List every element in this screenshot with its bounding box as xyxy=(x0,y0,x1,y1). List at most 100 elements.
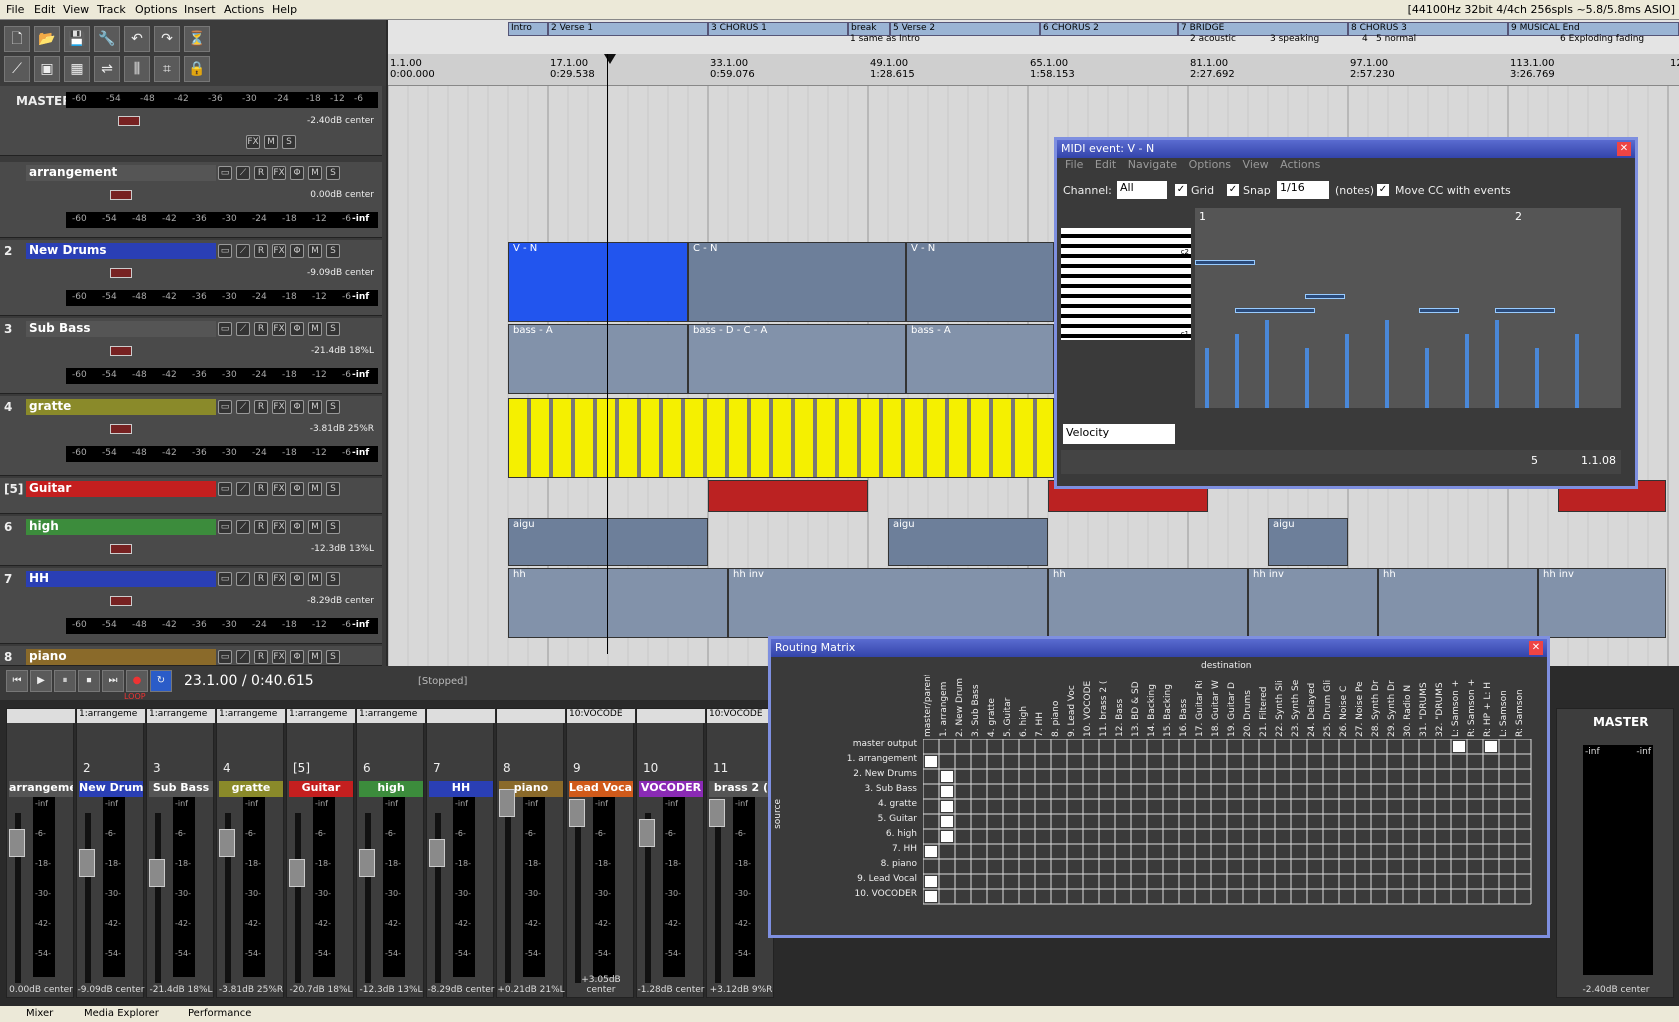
phase-icon[interactable]: Φ xyxy=(290,650,304,664)
mute-button[interactable]: M xyxy=(308,244,322,258)
ripple-icon[interactable]: ⇌ xyxy=(94,56,120,82)
track-name[interactable]: Sub Bass xyxy=(26,321,216,337)
midi-item[interactable]: V - N xyxy=(508,242,688,322)
midi-menu-view[interactable]: View xyxy=(1243,158,1269,171)
velocity-bar[interactable] xyxy=(1345,334,1349,408)
midi-menu-navigate[interactable]: Navigate xyxy=(1128,158,1177,171)
velocity-bar[interactable] xyxy=(1575,334,1579,408)
solo-button[interactable]: S xyxy=(326,166,340,180)
grid-icon[interactable]: ▦ xyxy=(64,56,90,82)
envelope-icon[interactable]: ⟋ xyxy=(236,520,250,534)
menu-options[interactable]: Options xyxy=(135,3,177,16)
cc-lane-select[interactable]: Velocity xyxy=(1063,424,1175,444)
piano-keyboard[interactable]: c2 c1 xyxy=(1061,228,1191,340)
lock-icon[interactable]: 🔒 xyxy=(184,56,210,82)
save-icon[interactable]: 💾 xyxy=(64,26,90,52)
midi-menu-options[interactable]: Options xyxy=(1189,158,1231,171)
rec-arm-button[interactable]: R xyxy=(254,400,268,414)
phase-icon[interactable]: Φ xyxy=(290,322,304,336)
fx-button[interactable]: FX xyxy=(272,482,286,496)
tab-performance[interactable]: Performance xyxy=(188,1008,251,1019)
audio-item-guitar[interactable] xyxy=(708,480,868,512)
channel-name[interactable]: HH xyxy=(429,781,493,797)
fader-cap[interactable] xyxy=(79,849,95,877)
send-tag[interactable] xyxy=(7,709,75,723)
audio-item-high[interactable]: aigu xyxy=(888,518,1048,566)
marker-acoustic[interactable]: 2 acoustic xyxy=(1188,34,1268,48)
track-row[interactable]: 6 high ▭ ⟋ R FX Φ M S -12.3dB 13%L xyxy=(0,516,382,566)
close-icon[interactable]: ✕ xyxy=(1529,641,1543,655)
folder-icon[interactable]: ▭ xyxy=(218,322,232,336)
audio-item-high[interactable]: aigu xyxy=(508,518,708,566)
snap-value-select[interactable]: 1/16 xyxy=(1277,181,1329,199)
mixer-channel-strip[interactable]: 10:VOCODE 9 Lead Vocal -inf -6- -18- -30- -4… xyxy=(566,708,635,998)
send-tag[interactable]: 1:arrangeme xyxy=(77,709,145,723)
marker-speaking[interactable]: 3 speaking xyxy=(1268,34,1348,48)
track-row[interactable]: arrangement ▭ ⟋ R FX Φ M S 0.00dB center -60 -54… xyxy=(0,162,382,238)
menu-track[interactable]: Track xyxy=(97,3,126,16)
volume-knob[interactable] xyxy=(110,596,132,606)
menu-edit[interactable]: Edit xyxy=(34,3,55,16)
volume-knob[interactable] xyxy=(110,544,132,554)
play-icon[interactable]: ▶ xyxy=(30,670,52,692)
track-name[interactable]: gratte xyxy=(26,399,216,415)
velocity-bar[interactable] xyxy=(1425,348,1429,408)
folder-icon[interactable]: ▭ xyxy=(218,400,232,414)
mute-button[interactable]: M xyxy=(308,322,322,336)
snap-checkbox[interactable]: ✓ xyxy=(1227,184,1239,196)
mixer-channel-strip[interactable]: 1:arrangeme 3 Sub Bass -inf -6- -18- -30- -4… xyxy=(146,708,215,998)
rec-arm-button[interactable]: R xyxy=(254,572,268,586)
channel-name[interactable]: arrangeme xyxy=(9,781,73,797)
send-tag[interactable] xyxy=(637,709,705,723)
move-cc-checkbox[interactable]: ✓ xyxy=(1377,184,1389,196)
redo-icon[interactable]: ↷ xyxy=(154,26,180,52)
fx-button[interactable]: FX xyxy=(272,244,286,258)
midi-note[interactable] xyxy=(1195,260,1255,265)
fx-button[interactable]: FX xyxy=(272,572,286,586)
phase-icon[interactable]: Φ xyxy=(290,244,304,258)
mixer-master-strip[interactable]: MASTER -inf -inf -2.40dB center xyxy=(1556,708,1674,998)
routing-grid[interactable] xyxy=(923,739,1535,909)
channel-name[interactable]: high xyxy=(359,781,423,797)
marker-4[interactable]: 4 xyxy=(1360,34,1374,48)
folder-icon[interactable]: ▭ xyxy=(218,650,232,664)
envelope-icon[interactable]: ⟋ xyxy=(236,482,250,496)
folder-icon[interactable]: ▭ xyxy=(218,572,232,586)
rec-arm-button[interactable]: R xyxy=(254,520,268,534)
fader-cap[interactable] xyxy=(289,859,305,887)
tab-media-explorer[interactable]: Media Explorer xyxy=(84,1008,159,1019)
marker-exploding-fading[interactable]: 6 Exploding fading xyxy=(1558,34,1678,48)
snap-icon[interactable]: ⫼ xyxy=(124,56,150,82)
channel-name[interactable]: VOCODER xyxy=(639,781,703,797)
channel-name[interactable]: Guitar xyxy=(289,781,353,797)
rec-arm-button[interactable]: R xyxy=(254,166,268,180)
channel-name[interactable]: Sub Bass xyxy=(149,781,213,797)
menu-actions[interactable]: Actions xyxy=(224,3,264,16)
mute-button[interactable]: M xyxy=(308,166,322,180)
audio-item-hh[interactable]: hh xyxy=(1048,568,1248,638)
track-name[interactable]: New Drums xyxy=(26,243,216,259)
phase-icon[interactable]: Φ xyxy=(290,572,304,586)
fx-button[interactable]: FX xyxy=(246,135,260,149)
send-tag[interactable]: 1:arrangeme xyxy=(147,709,215,723)
send-tag[interactable] xyxy=(427,709,495,723)
envelope-icon[interactable]: ⟋ xyxy=(236,322,250,336)
region-intro[interactable]: Intro xyxy=(508,22,548,36)
volume-knob[interactable] xyxy=(110,424,132,434)
go-to-end-icon[interactable]: ⏭ xyxy=(102,670,124,692)
midi-editor-window[interactable]: MIDI event: V - N ✕ File Edit Navigate O… xyxy=(1054,137,1638,489)
solo-button[interactable]: S xyxy=(326,482,340,496)
track-name[interactable]: piano xyxy=(26,649,216,665)
item-grouping-icon[interactable]: ▣ xyxy=(34,56,60,82)
track-row[interactable]: 3 Sub Bass ▭ ⟋ R FX Φ M S -21.4dB 18%L -60 -54 -4… xyxy=(0,318,382,394)
mixer-channel-strip[interactable]: 8 piano -inf -6- -18- -30- -42- -54- +0.21dB 2… xyxy=(496,708,565,998)
velocity-bar[interactable] xyxy=(1385,320,1389,408)
send-tag[interactable]: 10:VOCODE xyxy=(707,709,775,723)
midi-item[interactable]: C - N xyxy=(688,242,906,322)
solo-button[interactable]: S xyxy=(282,135,296,149)
midi-note[interactable] xyxy=(1305,294,1345,299)
midi-note[interactable] xyxy=(1419,308,1459,313)
solo-button[interactable]: S xyxy=(326,400,340,414)
volume-knob[interactable] xyxy=(118,116,140,126)
audio-item-hh[interactable]: hh xyxy=(508,568,728,638)
